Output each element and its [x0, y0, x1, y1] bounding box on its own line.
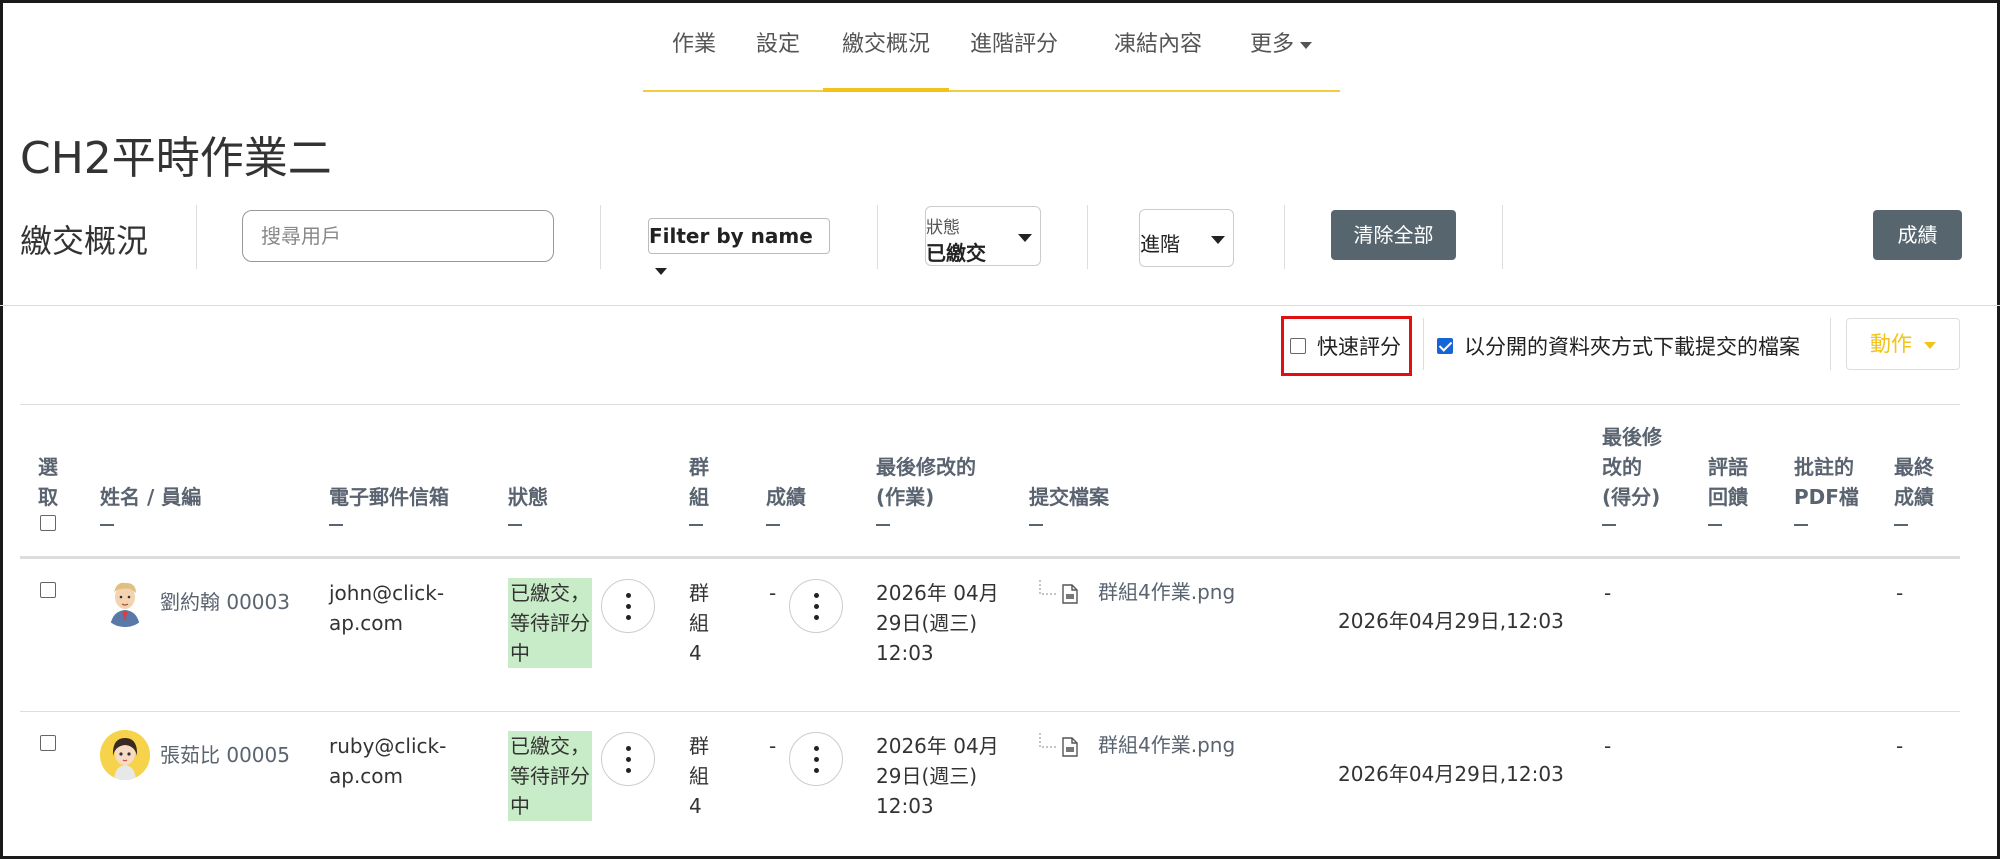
divider — [1830, 318, 1831, 370]
filter-by-name-dropdown[interactable]: Filter by name — [648, 218, 830, 275]
submission-file-link[interactable]: 群組4作業.png — [1098, 730, 1235, 760]
file-timestamp: 2026年04月29日,12:03 — [1338, 762, 1564, 786]
status-select[interactable]: 狀態 已繳交 — [925, 206, 1041, 266]
grade-menu-button[interactable] — [789, 732, 843, 786]
divider — [1423, 318, 1424, 370]
divider — [1284, 205, 1285, 269]
th-group[interactable]: 群組 — [689, 452, 715, 526]
section-title: 繳交概況 — [20, 222, 149, 260]
th-name[interactable]: 姓名 / 員編 — [100, 482, 201, 526]
actions-label: 動作 — [1870, 332, 1912, 356]
chevron-down-icon — [1924, 341, 1936, 349]
row-menu-button[interactable] — [601, 732, 655, 786]
avatar — [100, 577, 150, 627]
last-modified-submission: 2026年 04月 29日(週三) 12:03 — [876, 581, 999, 665]
dropdown-arrow-icon — [1211, 236, 1225, 244]
divider — [1502, 205, 1503, 269]
student-name-link[interactable]: 劉約翰 00003 — [160, 587, 290, 617]
final-grade-value: - — [1896, 581, 1904, 605]
status-select-value: 已繳交 — [926, 241, 986, 265]
status-select-label: 狀態 — [926, 218, 960, 238]
download-folders-label: 以分開的資料夾方式下載提交的檔案 — [1464, 335, 1800, 359]
file-icon — [1062, 584, 1078, 608]
quick-grading-checkbox[interactable] — [1290, 338, 1306, 354]
grade-menu-button[interactable] — [789, 579, 843, 633]
nav-tab-submissions[interactable]: 繳交概況 — [823, 0, 949, 92]
group-value: 群組4 — [689, 581, 709, 665]
th-feedback[interactable]: 評語回饋 — [1708, 452, 1754, 526]
divider — [196, 205, 197, 269]
status-badge: 已繳交，等待評分中 — [508, 731, 592, 821]
nav-tab-settings[interactable]: 設定 — [749, 0, 807, 92]
tree-connector-icon — [1038, 733, 1060, 755]
file-icon — [1062, 737, 1078, 761]
download-folders-checkbox[interactable] — [1437, 338, 1453, 354]
nav-tab-advanced-grading[interactable]: 進階評分 — [965, 0, 1063, 92]
grade-modified-value: - — [1604, 581, 1612, 605]
tree-connector-icon — [1038, 580, 1060, 602]
nav-tab-more[interactable]: 更多 — [1243, 0, 1319, 92]
clear-all-button[interactable]: 清除全部 — [1331, 210, 1456, 260]
th-status[interactable]: 狀態 — [508, 482, 548, 526]
dropdown-arrow-icon — [1018, 234, 1032, 242]
search-user-input[interactable] — [242, 210, 554, 262]
row-select-checkbox[interactable] — [40, 735, 56, 751]
actions-dropdown-button[interactable]: 動作 — [1846, 318, 1960, 370]
th-last-modified-submission[interactable]: 最後修改的(作業) — [876, 452, 996, 526]
select-all-checkbox[interactable] — [40, 515, 56, 531]
group-value: 群組4 — [689, 734, 709, 818]
nav-tab-freeze-content[interactable]: 凍結內容 — [1109, 0, 1207, 92]
th-grade[interactable]: 成績 — [766, 482, 806, 526]
quick-grading-label: 快速評分 — [1317, 335, 1401, 359]
grade-modified-value: - — [1604, 734, 1612, 758]
divider — [20, 404, 1960, 405]
divider — [20, 711, 1960, 712]
th-select: 選取 — [38, 455, 58, 509]
top-nav: 作業 設定 繳交概況 進階評分 凍結內容 更多 — [643, 0, 1340, 92]
final-grade-value: - — [1896, 734, 1904, 758]
chevron-down-icon — [655, 268, 667, 275]
grades-button[interactable]: 成績 — [1873, 210, 1962, 260]
th-last-modified-grade[interactable]: 最後修改的(得分) — [1602, 422, 1670, 526]
student-email: john@click-ap.com — [329, 581, 445, 635]
grade-value: - — [769, 734, 777, 758]
avatar — [100, 730, 150, 780]
nav-more-label: 更多 — [1249, 32, 1294, 57]
row-select-checkbox[interactable] — [40, 582, 56, 598]
advanced-select-value: 進階 — [1140, 232, 1180, 256]
advanced-select[interactable]: 進階 — [1139, 209, 1234, 267]
divider — [0, 305, 2000, 306]
th-files[interactable]: 提交檔案 — [1029, 482, 1109, 526]
divider — [1087, 205, 1088, 269]
student-email: ruby@click-ap.com — [329, 734, 447, 788]
filter-by-name-label: Filter by name — [649, 224, 813, 248]
last-modified-submission: 2026年 04月 29日(週三) 12:03 — [876, 734, 999, 818]
page-title: CH2平時作業二 — [20, 133, 332, 184]
row-menu-button[interactable] — [601, 579, 655, 633]
divider — [600, 205, 601, 269]
chevron-down-icon — [1300, 41, 1312, 49]
student-name-link[interactable]: 張茹比 00005 — [160, 740, 290, 770]
submission-file-link[interactable]: 群組4作業.png — [1098, 577, 1235, 607]
th-email[interactable]: 電子郵件信箱 — [329, 482, 449, 526]
status-badge: 已繳交，等待評分中 — [508, 578, 592, 668]
th-final-grade[interactable]: 最終成績 — [1894, 452, 1940, 526]
divider — [877, 205, 878, 269]
th-annotated-pdf[interactable]: 批註的PDF檔 — [1794, 452, 1862, 526]
nav-tab-assignment[interactable]: 作業 — [661, 0, 727, 92]
grade-value: - — [769, 581, 777, 605]
divider — [20, 556, 1960, 559]
file-timestamp: 2026年04月29日,12:03 — [1338, 609, 1564, 633]
